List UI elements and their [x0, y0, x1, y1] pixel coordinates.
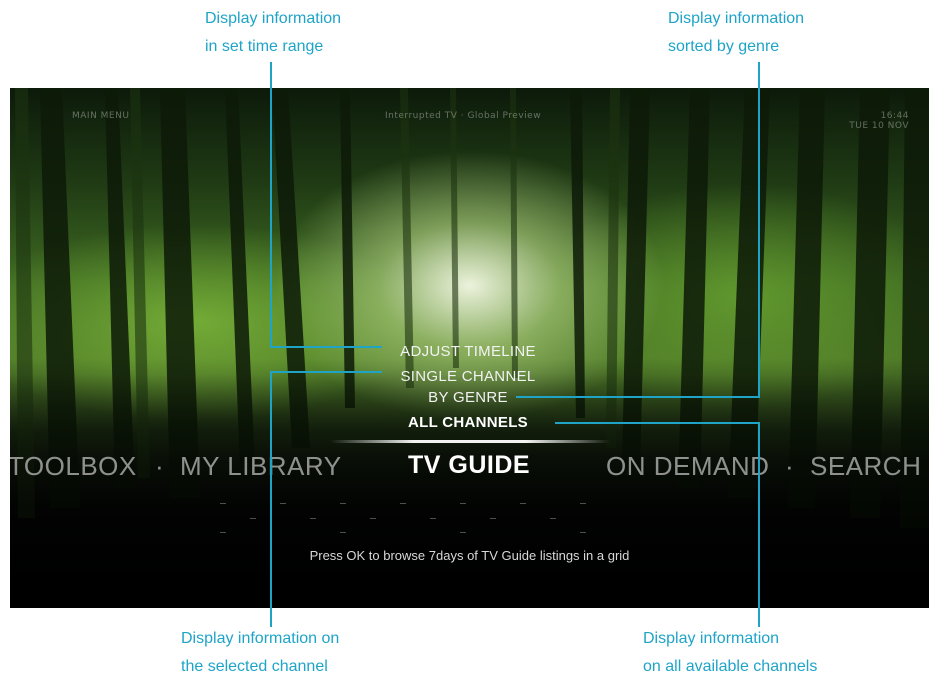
connector-time-range — [270, 62, 382, 348]
connector-all-channels — [555, 422, 760, 627]
callout-connector-lines — [270, 62, 760, 627]
connector-genre — [516, 62, 760, 398]
connector-single-channel — [270, 371, 382, 627]
